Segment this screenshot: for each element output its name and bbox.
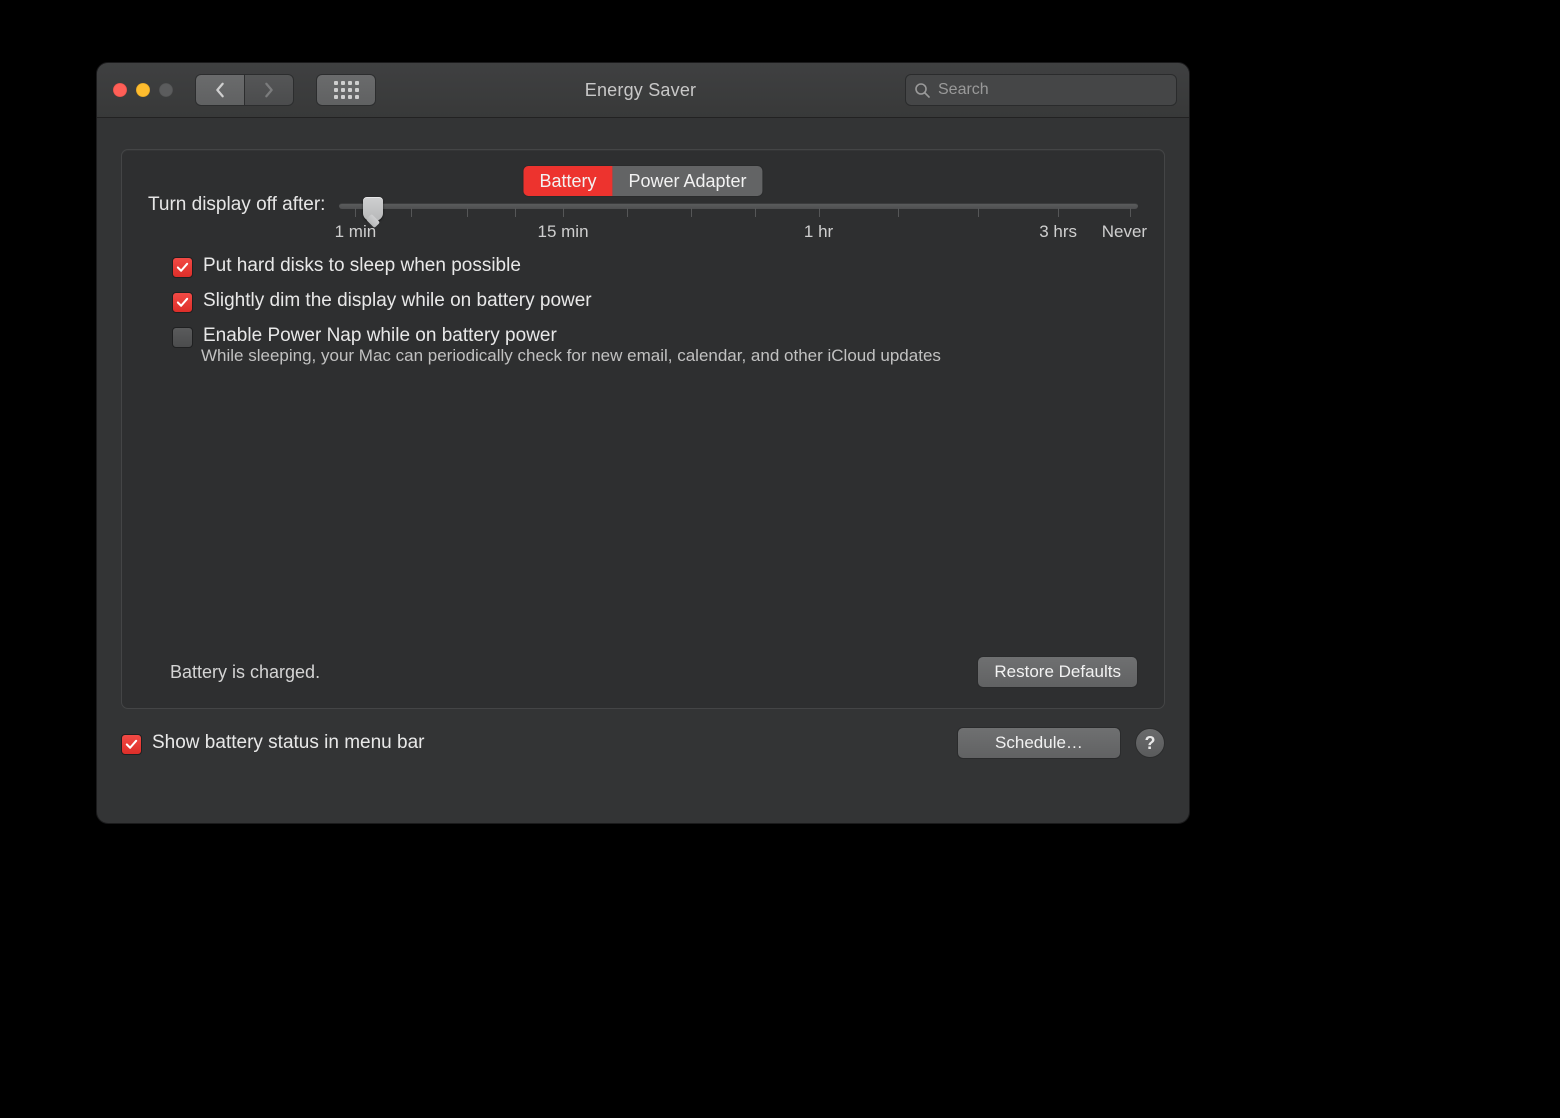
footer: Show battery status in menu bar Schedule… bbox=[121, 727, 1165, 759]
forward-button[interactable] bbox=[245, 74, 294, 106]
footer-right: Schedule… ? bbox=[957, 727, 1165, 759]
dim-display-checkbox[interactable] bbox=[172, 292, 193, 313]
slider-ticks bbox=[339, 208, 1138, 220]
close-window-button[interactable] bbox=[113, 83, 127, 97]
dim-display-label: Slightly dim the display while on batter… bbox=[203, 290, 592, 312]
hd-sleep-label: Put hard disks to sleep when possible bbox=[203, 255, 521, 277]
tick-label-3hrs: 3 hrs bbox=[1039, 222, 1077, 242]
tick-label-1hr: 1 hr bbox=[804, 222, 833, 242]
back-button[interactable] bbox=[195, 74, 245, 106]
power-nap-hint: While sleeping, your Mac can periodicall… bbox=[201, 346, 1138, 366]
grid-icon bbox=[334, 81, 359, 99]
tick-label-never: Never bbox=[1102, 222, 1147, 242]
tick-label-1min: 1 min bbox=[335, 222, 377, 242]
toolbar: Energy Saver bbox=[97, 63, 1189, 118]
zoom-window-button[interactable] bbox=[159, 83, 173, 97]
power-nap-row: Enable Power Nap while on battery power bbox=[172, 325, 1138, 348]
checkbox-group: Put hard disks to sleep when possible Sl… bbox=[172, 255, 1138, 366]
tick-label-15min: 15 min bbox=[538, 222, 589, 242]
check-icon bbox=[176, 296, 189, 309]
tab-battery[interactable]: Battery bbox=[523, 166, 612, 196]
check-icon bbox=[176, 261, 189, 274]
search-input[interactable] bbox=[936, 80, 1168, 100]
hd-sleep-row: Put hard disks to sleep when possible bbox=[172, 255, 1138, 278]
display-sleep-label: Turn display off after: bbox=[148, 194, 325, 216]
dim-display-row: Slightly dim the display while on batter… bbox=[172, 290, 1138, 313]
schedule-button[interactable]: Schedule… bbox=[957, 727, 1121, 759]
settings-panel: Turn display off after: bbox=[121, 149, 1165, 709]
footer-left: Show battery status in menu bar bbox=[121, 732, 424, 755]
minimize-window-button[interactable] bbox=[136, 83, 150, 97]
show-battery-status-checkbox[interactable] bbox=[121, 734, 142, 755]
show-all-button[interactable] bbox=[316, 74, 376, 106]
window-controls bbox=[113, 83, 173, 97]
preferences-window: Energy Saver Battery Power Adapter Turn … bbox=[96, 62, 1190, 824]
power-nap-checkbox[interactable] bbox=[172, 327, 193, 348]
chevron-left-icon bbox=[214, 82, 226, 98]
nav-buttons bbox=[195, 74, 294, 106]
hd-sleep-checkbox[interactable] bbox=[172, 257, 193, 278]
chevron-right-icon bbox=[263, 82, 275, 98]
tab-power-adapter[interactable]: Power Adapter bbox=[612, 166, 762, 196]
panel-body: Battery Power Adapter Turn display off a… bbox=[97, 149, 1189, 777]
tabs: Battery Power Adapter bbox=[522, 165, 763, 197]
battery-status: Battery is charged. bbox=[170, 662, 320, 683]
window-title: Energy Saver bbox=[388, 80, 893, 101]
check-icon bbox=[125, 738, 138, 751]
display-sleep-row: Turn display off after: bbox=[148, 194, 1138, 243]
power-nap-label: Enable Power Nap while on battery power bbox=[203, 325, 557, 347]
display-sleep-slider[interactable]: 1 min 15 min 1 hr 3 hrs Never bbox=[339, 194, 1138, 243]
restore-defaults-button[interactable]: Restore Defaults bbox=[977, 656, 1138, 688]
show-battery-status-label: Show battery status in menu bar bbox=[152, 732, 424, 754]
help-button[interactable]: ? bbox=[1135, 728, 1165, 758]
search-icon bbox=[914, 82, 930, 98]
search-field[interactable] bbox=[905, 74, 1177, 106]
inset-bottom-row: Battery is charged. Restore Defaults bbox=[148, 656, 1138, 688]
